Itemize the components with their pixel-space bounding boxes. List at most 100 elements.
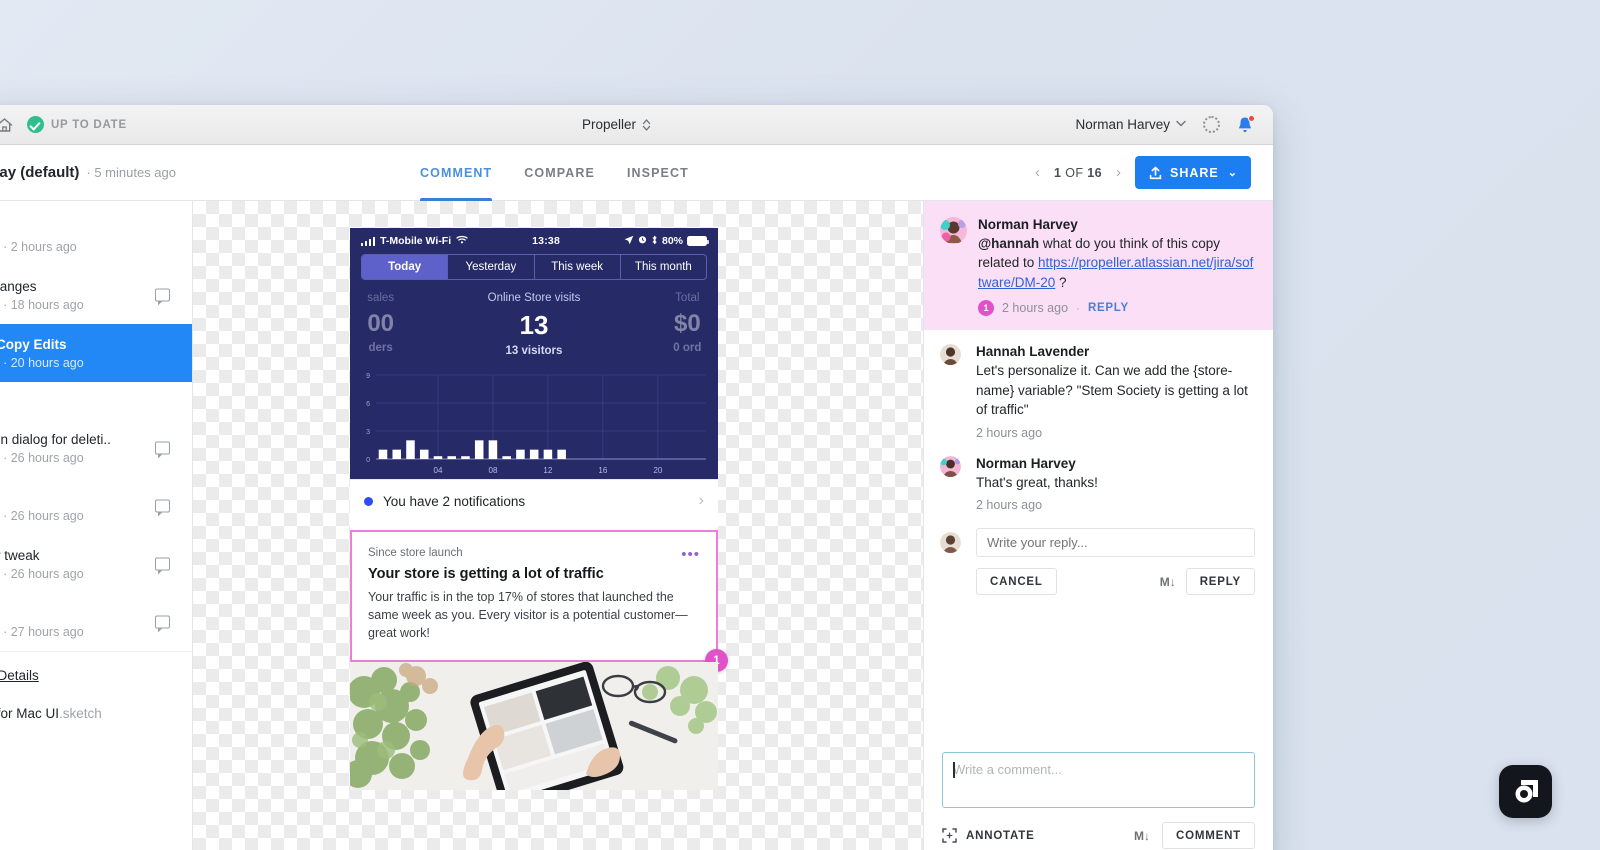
phone-screen: T-Mobile Wi-Fi 13:38 80% Today Yesterday… (350, 228, 718, 479)
new-comment-composer: Write a comment... ANNOTATE M↓ COMMENT (924, 736, 1273, 850)
pager-next-button[interactable]: › (1116, 164, 1121, 181)
reply-timestamp: 2 hours ago (976, 498, 1043, 513)
comment-footer: 1 2 hours ago · REPLY (978, 300, 1255, 317)
list-item-selected[interactable]: unch Copy Edits Harvey · 20 hours ago (0, 324, 192, 382)
comments-panel: Norman Harvey @hannah what do you think … (923, 201, 1273, 850)
photo-illustration (350, 662, 718, 791)
comment-bubble-icon (155, 499, 170, 517)
user-name: Norman Harvey (1075, 117, 1170, 132)
pager-of: OF (1065, 165, 1084, 180)
segment-this-week[interactable]: This week (535, 255, 621, 279)
signal-bars-icon (361, 236, 376, 246)
chart-svg: 0 3 6 9 04 08 12 16 20 (366, 373, 706, 475)
abstract-logo (1499, 765, 1552, 818)
reply-input[interactable] (976, 528, 1255, 558)
composer-actions: ANNOTATE M↓ COMMENT (942, 822, 1255, 849)
stat-value: $0 (673, 310, 701, 337)
pager-label: 1 OF 16 (1054, 166, 1102, 180)
comment-button[interactable]: COMMENT (1161, 822, 1255, 849)
segment-yesterday[interactable]: Yesterday (448, 255, 535, 279)
notifications-label: You have 2 notifications (383, 493, 526, 509)
pager-prev-button[interactable]: ‹ (1035, 164, 1040, 181)
separator: · (1076, 301, 1081, 316)
svg-text:12: 12 (543, 466, 552, 475)
bluetooth-icon (651, 235, 658, 248)
stat-sales: sales 00 ders (304, 292, 457, 354)
comment-input[interactable]: Write a comment... (942, 752, 1255, 808)
user-menu[interactable]: Norman Harvey (1075, 117, 1186, 132)
toolbar-right: ‹ 1 OF 16 › SHARE ⌄ (1035, 156, 1273, 189)
stat-sub: ders (368, 342, 393, 354)
avatar (940, 217, 967, 244)
period-selector: Today Yesterday This week This month (350, 254, 718, 289)
reply-button[interactable]: REPLY (1185, 568, 1255, 596)
wifi-icon (456, 235, 468, 247)
avatar (940, 532, 961, 554)
app-window: UP TO DATE Propeller Norman Harvey ay (d… (0, 105, 1273, 850)
breadcrumb[interactable]: ver/1. Details (0, 668, 176, 683)
visits-bar-chart: 0 3 6 9 04 08 12 16 20 (354, 367, 712, 479)
reply-actions: CANCEL M↓ REPLY (976, 568, 1255, 596)
svg-text:04: 04 (433, 466, 442, 475)
annotate-label: ANNOTATE (966, 829, 1035, 842)
svg-text:0: 0 (366, 457, 370, 464)
comment-author: Norman Harvey (978, 217, 1078, 232)
markdown-icon[interactable]: M↓ (1134, 829, 1150, 843)
svg-text:16: 16 (598, 466, 607, 475)
markdown-icon[interactable]: M↓ (1160, 575, 1176, 589)
tab-compare[interactable]: COMPARE (524, 145, 595, 201)
list-item[interactable]: anged Harvey · 26 hours ago (0, 477, 192, 535)
chevron-updown-icon[interactable] (642, 118, 651, 132)
check-circle-icon (27, 116, 44, 133)
annotate-button[interactable]: ANNOTATE (942, 828, 1035, 843)
list-item[interactable]: n color tweak Harvey · 26 hours ago (0, 535, 192, 593)
bell-icon[interactable] (1237, 114, 1255, 134)
comment-timestamp: 2 hours ago (1002, 301, 1069, 316)
segment-today[interactable]: Today (362, 255, 449, 279)
stat-sub: 13 visitors (505, 345, 563, 357)
branch-timestamp: · 5 minutes ago (86, 165, 176, 180)
notifications-row[interactable]: You have 2 notifications › (350, 479, 718, 522)
gear-icon[interactable] (1203, 116, 1220, 133)
sidebar-footer: ver/1. Details stract for Mac UI.sketch (0, 652, 192, 731)
file-name-base: stract for Mac UI (0, 706, 60, 721)
title-bar-right: Norman Harvey (1075, 114, 1273, 134)
commit-meta: Harvey · 18 hours ago (0, 298, 84, 312)
comment-pin-number[interactable]: 1 (978, 300, 994, 317)
comment-replies: Hannah Lavender Let's personalize it. Ca… (924, 330, 1273, 528)
tab-comment[interactable]: COMMENT (420, 145, 493, 201)
reply-text: Let's personalize it. Can we add the {st… (976, 363, 1248, 418)
hero-photo (350, 662, 718, 791)
location-arrow-icon (624, 235, 634, 248)
commit-meta: Harvey · 26 hours ago (0, 509, 84, 523)
list-item[interactable]: rease Harvey · 2 hours ago (0, 201, 192, 266)
sync-status: UP TO DATE (27, 116, 127, 133)
branch-name: Home - Today (default) (0, 164, 80, 181)
reply-link[interactable]: REPLY (1088, 302, 1129, 314)
svg-text:3: 3 (366, 429, 370, 436)
stat-value: 00 (367, 310, 395, 337)
ellipsis-icon[interactable]: ••• (681, 546, 700, 563)
stat-value: 13 (519, 310, 549, 340)
share-label: SHARE (1170, 165, 1219, 180)
list-item[interactable]: irmation dialog for deleti.. Harvey · 26… (0, 419, 192, 477)
share-button[interactable]: SHARE ⌄ (1135, 156, 1251, 189)
cancel-button[interactable]: CANCEL (976, 568, 1057, 596)
comment-bubble-icon (155, 557, 170, 575)
comment-bubble-icon (155, 441, 170, 459)
segment-this-month[interactable]: This month (621, 255, 706, 279)
project-name: Propeller (581, 117, 637, 132)
reply-composer: CANCEL M↓ REPLY (924, 528, 1273, 596)
comment-text-part-2: ? (1055, 274, 1067, 290)
insight-title: Your store is getting a lot of traffic (368, 566, 604, 582)
list-item[interactable]: ange Harvey · 27 hours ago (0, 593, 192, 652)
commit-sidebar[interactable]: rease Harvey · 2 hours ago ons changes H… (0, 201, 193, 850)
tab-inspect[interactable]: INSPECT (627, 145, 689, 201)
mention[interactable]: @hannah (978, 236, 1039, 251)
commit-meta: Harvey · 27 hours ago (0, 625, 84, 639)
list-item[interactable]: ons changes Harvey · 18 hours ago (0, 266, 192, 324)
home-icon[interactable] (0, 117, 13, 133)
battery-icon (687, 236, 709, 246)
artboard-canvas[interactable]: T-Mobile Wi-Fi 13:38 80% Today Yesterday… (193, 201, 923, 850)
commit-title: anged (0, 490, 176, 505)
